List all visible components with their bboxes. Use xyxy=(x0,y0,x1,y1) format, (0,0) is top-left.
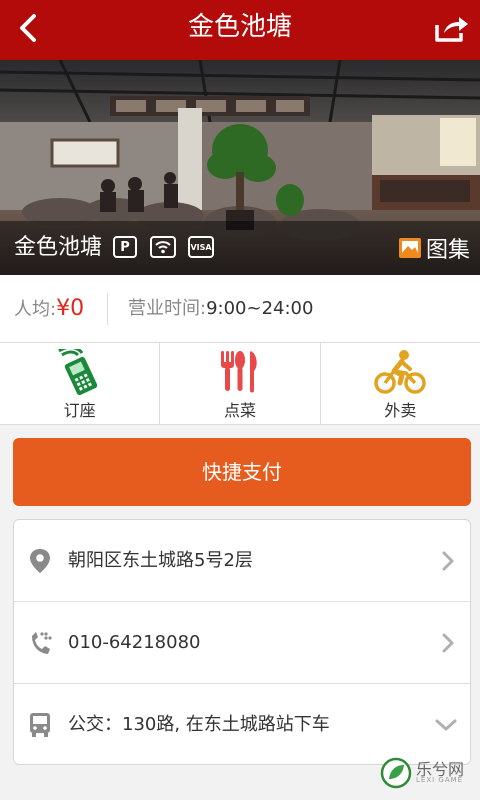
order-button[interactable]: 点菜 xyxy=(160,343,321,424)
average-price-value: ¥0 xyxy=(56,296,85,321)
chevron-right-icon xyxy=(442,633,454,653)
chevron-right-icon xyxy=(442,551,454,571)
business-hours: 营业时间:9:00~24:00 xyxy=(128,275,313,343)
average-price: 人均:¥0 xyxy=(14,275,84,344)
info-divider xyxy=(107,293,108,325)
bus-text: 公交：130路, 在东土城路站下车 xyxy=(68,714,330,735)
average-price-label: 人均: xyxy=(14,299,57,320)
restaurant-name: 金色池塘 xyxy=(14,235,103,260)
watermark: 乐兮网 LEXI GAME xyxy=(380,754,472,792)
restaurant-photo[interactable]: 金色池塘 P VISA 图集 xyxy=(0,60,480,275)
wifi-icon xyxy=(150,236,176,258)
share-icon xyxy=(435,17,468,42)
watermark-logo-icon xyxy=(380,757,412,789)
watermark-subtext: LEXI GAME xyxy=(416,776,464,784)
reserve-button[interactable]: 订座 xyxy=(0,343,161,424)
hero-caption: 金色池塘 P VISA 图集 xyxy=(0,221,480,275)
top-bar: 金色池塘 xyxy=(0,0,480,60)
business-hours-label: 营业时间: xyxy=(128,298,207,319)
phone-call-icon xyxy=(32,632,52,654)
details-card: 朝阳区东土城路5号2层 010-64218080 公交：130路, 在东土城路站… xyxy=(13,519,471,765)
phone-text: 010-64218080 xyxy=(68,632,201,653)
address-row[interactable]: 朝阳区东土城路5号2层 xyxy=(14,520,470,601)
share-button[interactable] xyxy=(430,6,474,50)
bus-icon xyxy=(30,713,50,737)
business-hours-value: 9:00~24:00 xyxy=(206,298,314,319)
gallery-button[interactable]: 图集 xyxy=(398,221,470,275)
quick-pay-button[interactable]: 快捷支付 xyxy=(13,438,471,506)
cutlery-icon xyxy=(220,351,257,393)
phone-icon xyxy=(57,349,97,395)
takeout-button[interactable]: 外卖 xyxy=(321,343,480,424)
address-text: 朝阳区东土城路5号2层 xyxy=(68,550,253,571)
info-bar: 人均:¥0 营业时间:9:00~24:00 xyxy=(0,275,480,343)
order-label: 点菜 xyxy=(223,401,256,420)
takeout-label: 外卖 xyxy=(384,401,417,420)
page-title: 金色池塘 xyxy=(187,12,292,42)
location-icon xyxy=(30,549,50,573)
visa-icon: VISA xyxy=(188,236,214,258)
chevron-down-icon xyxy=(435,719,457,731)
reserve-label: 订座 xyxy=(63,401,96,420)
action-bar: 订座 点菜 外卖 xyxy=(0,343,480,425)
parking-icon: P xyxy=(113,236,137,258)
gallery-icon xyxy=(398,238,421,258)
phone-row[interactable]: 010-64218080 xyxy=(14,602,470,683)
gallery-label: 图集 xyxy=(425,238,470,263)
bus-row[interactable]: 公交：130路, 在东土城路站下车 xyxy=(14,684,470,765)
bicycle-icon xyxy=(374,350,427,394)
